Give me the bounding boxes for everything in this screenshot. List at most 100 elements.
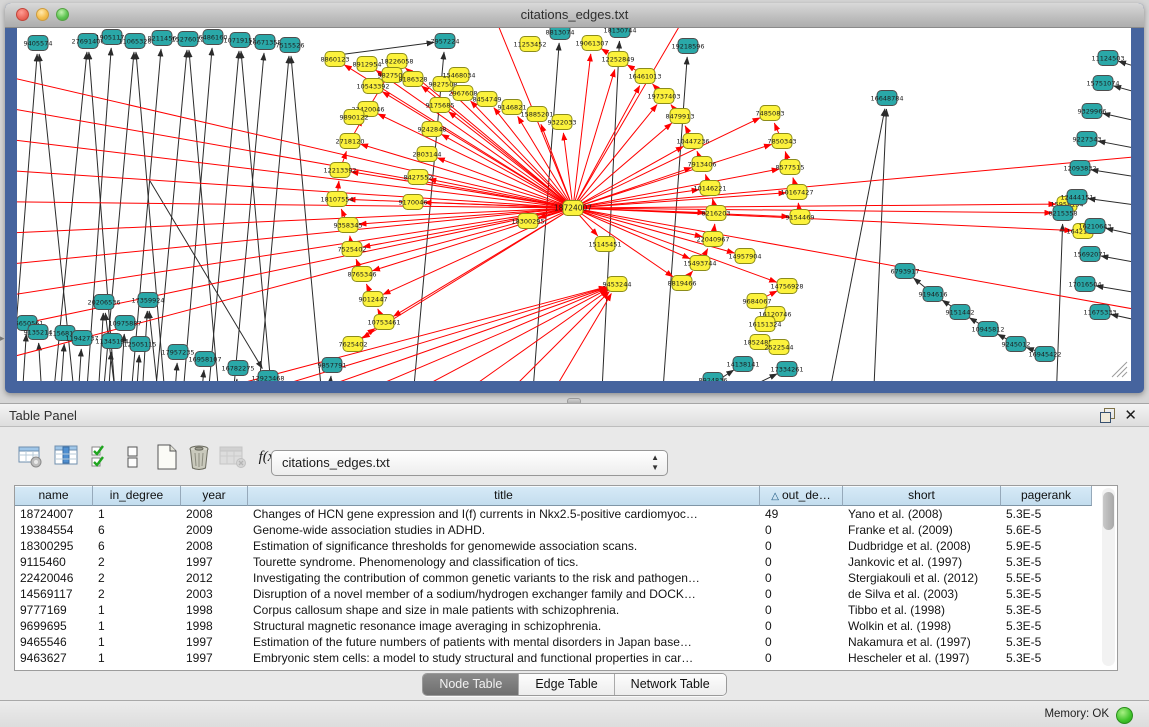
graph-edge[interactable] <box>330 42 434 56</box>
table-cell[interactable]: Nakamura et al. (1997) <box>843 634 1001 650</box>
select-columns-button[interactable] <box>86 442 116 472</box>
table-cell[interactable]: 9699695 <box>15 618 93 634</box>
table-cell[interactable]: 2 <box>93 554 181 570</box>
table-cell[interactable]: 18724007 <box>15 506 93 522</box>
column-header-year[interactable]: year <box>181 486 248 506</box>
table-cell[interactable]: Dudbridge et al. (2008) <box>843 538 1001 554</box>
column-header-out_de[interactable]: △out_de… <box>760 486 843 506</box>
table-cell[interactable]: Jankovic et al. (1997) <box>843 554 1001 570</box>
graph-node[interactable]: 9857791 <box>318 358 347 373</box>
graph-edge[interactable] <box>1098 141 1131 151</box>
graph-edge[interactable] <box>573 204 1056 208</box>
table-cell[interactable]: 0 <box>760 650 843 666</box>
table-cell[interactable]: 5.3E-5 <box>1001 634 1092 650</box>
graph-node[interactable]: 9329966 <box>1078 104 1107 119</box>
graph-edge[interactable] <box>172 363 177 381</box>
table-cell[interactable]: Stergiakouli et al. (2012) <box>843 570 1001 586</box>
table-cell[interactable]: 18300295 <box>15 538 93 554</box>
table-cell[interactable]: 1 <box>93 650 181 666</box>
table-cell[interactable]: 0 <box>760 634 843 650</box>
new-table-button[interactable] <box>152 442 182 472</box>
column-visibility-button[interactable] <box>52 442 82 472</box>
merge-rows-button[interactable] <box>118 442 148 472</box>
graph-edge[interactable] <box>573 208 1131 321</box>
graph-node[interactable]: 19061307 <box>575 36 608 51</box>
graph-edge[interactable] <box>17 208 573 271</box>
graph-node[interactable]: 7957224 <box>431 34 460 49</box>
tab-network-table[interactable]: Network Table <box>615 674 726 695</box>
graph-edge[interactable] <box>660 57 687 381</box>
table-cell[interactable]: Tibbo et al. (1998) <box>843 602 1001 618</box>
table-row[interactable]: 969969511998Structural magnetic resonanc… <box>15 618 1117 634</box>
graph-node[interactable]: 11253452 <box>513 37 546 52</box>
graph-edge[interactable] <box>96 313 103 381</box>
table-cell[interactable]: 9465546 <box>15 634 93 650</box>
table-cell[interactable]: 2008 <box>181 538 248 554</box>
graph-node[interactable]: 18300295 <box>511 214 544 229</box>
table-cell[interactable]: Tourette syndrome. Phenomenology and cla… <box>248 554 760 570</box>
table-cell[interactable]: 0 <box>760 522 843 538</box>
graph-edge[interactable] <box>573 208 1072 231</box>
graph-edge[interactable] <box>205 51 239 381</box>
graph-node[interactable]: 9012447 <box>359 292 388 307</box>
graph-node[interactable]: 15751074 <box>1086 76 1119 91</box>
table-cell[interactable]: 0 <box>760 538 843 554</box>
graph-edge[interactable] <box>241 51 275 381</box>
graph-node[interactable]: 15145451 <box>588 237 621 252</box>
resize-grip-icon[interactable] <box>1122 372 1127 377</box>
graph-edge[interactable] <box>136 52 168 381</box>
graph-node[interactable]: 2803144 <box>413 147 442 162</box>
table-cell[interactable]: 0 <box>760 554 843 570</box>
table-cell[interactable]: 9463627 <box>15 650 93 666</box>
graph-edge[interactable] <box>1103 113 1131 124</box>
resize-grip-icon[interactable] <box>1117 367 1127 377</box>
graph-node[interactable]: 19737403 <box>647 89 680 104</box>
table-cell[interactable]: Hescheler et al. (1997) <box>843 650 1001 666</box>
graph-edge[interactable] <box>17 208 573 236</box>
table-cell[interactable]: 1997 <box>181 554 248 570</box>
graph-node[interactable]: 18226058 <box>380 54 413 69</box>
column-header-title[interactable]: title <box>248 486 760 506</box>
graph-node[interactable]: 18130744 <box>603 28 636 38</box>
table-row[interactable]: 1938455462009Genome-wide association stu… <box>15 522 1117 538</box>
graph-edge[interactable] <box>378 114 573 208</box>
graph-edge[interactable] <box>1114 86 1131 96</box>
graph-node[interactable]: 9227343 <box>1073 132 1102 147</box>
graph-node[interactable]: 10753461 <box>367 315 400 330</box>
column-header-name[interactable]: name <box>15 486 93 506</box>
graph-edge[interactable] <box>600 41 619 381</box>
graph-node[interactable]: 17016504 <box>1068 277 1101 292</box>
table-row[interactable]: 977716911998Corpus callosum shape and si… <box>15 602 1117 618</box>
graph-edge[interactable] <box>326 376 331 381</box>
graph-node[interactable]: 18107554 <box>320 192 353 207</box>
table-cell[interactable]: Yano et al. (2008) <box>843 506 1001 522</box>
graph-edge[interactable] <box>20 334 26 381</box>
close-panel-icon[interactable]: ✕ <box>1124 406 1137 424</box>
table-cell[interactable]: 1998 <box>181 602 248 618</box>
graph-node[interactable]: 8577515 <box>776 160 805 175</box>
graph-edge[interactable] <box>76 349 81 381</box>
graph-node[interactable]: 7913406 <box>688 157 717 172</box>
graph-edge[interactable] <box>1091 170 1131 179</box>
table-row[interactable]: 946362711997Embryonic stem cells: a mode… <box>15 650 1117 666</box>
column-header-in_degree[interactable]: in_degree <box>93 486 181 506</box>
graph-edge[interactable] <box>1088 198 1131 207</box>
table-cell[interactable]: 1998 <box>181 618 248 634</box>
table-cell[interactable]: 1 <box>93 602 181 618</box>
graph-edge[interactable] <box>58 344 64 381</box>
graph-node[interactable]: 9154469 <box>786 210 815 225</box>
graph-node[interactable]: 8813074 <box>546 28 575 40</box>
graph-edge[interactable] <box>255 56 289 381</box>
table-settings-button[interactable] <box>16 442 46 472</box>
table-cell[interactable]: Wolkin et al. (1998) <box>843 618 1001 634</box>
graph-node[interactable]: 9194616 <box>919 287 948 302</box>
graph-edge[interactable] <box>230 53 264 381</box>
graph-node[interactable]: 12252849 <box>601 52 634 67</box>
table-cell[interactable]: Structural magnetic resonance image aver… <box>248 618 760 634</box>
table-row[interactable]: 1830029562008Estimation of significance … <box>15 538 1117 554</box>
graph-edge[interactable] <box>573 208 690 259</box>
table-cell[interactable]: Estimation of the future numbers of pati… <box>248 634 760 650</box>
network-canvas[interactable]: 8860123891295418226058982750910543392818… <box>17 28 1131 381</box>
graph-edge[interactable] <box>17 208 573 376</box>
table-cell[interactable]: de Silva et al. (2003) <box>843 586 1001 602</box>
